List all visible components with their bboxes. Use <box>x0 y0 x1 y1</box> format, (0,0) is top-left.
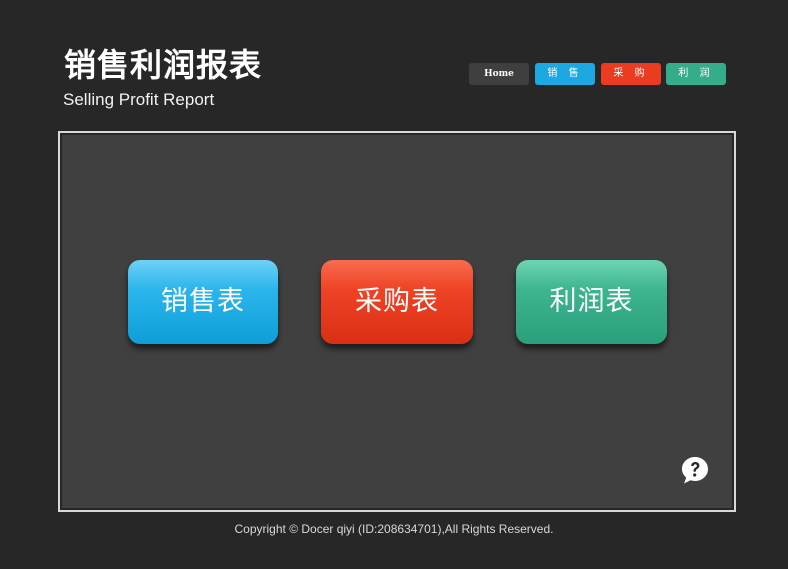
help-icon[interactable] <box>680 455 710 485</box>
page-title: 销售利润报表 <box>64 46 263 84</box>
profit-table-button[interactable]: 利润表 <box>516 260 667 344</box>
footer-copyright: Copyright © Docer qiyi (ID:208634701),Al… <box>234 522 554 536</box>
nav-profit-button[interactable]: 利 润 <box>666 63 726 85</box>
nav-sales-button[interactable]: 销 售 <box>535 63 595 85</box>
question-bubble-icon <box>682 457 708 484</box>
page-subtitle: Selling Profit Report <box>63 90 215 109</box>
sales-table-button[interactable]: 销售表 <box>128 260 278 344</box>
purchase-table-button[interactable]: 采购表 <box>321 260 473 344</box>
nav-purchase-button[interactable]: 采 购 <box>601 63 661 85</box>
nav-home-button[interactable]: Home <box>469 63 529 85</box>
